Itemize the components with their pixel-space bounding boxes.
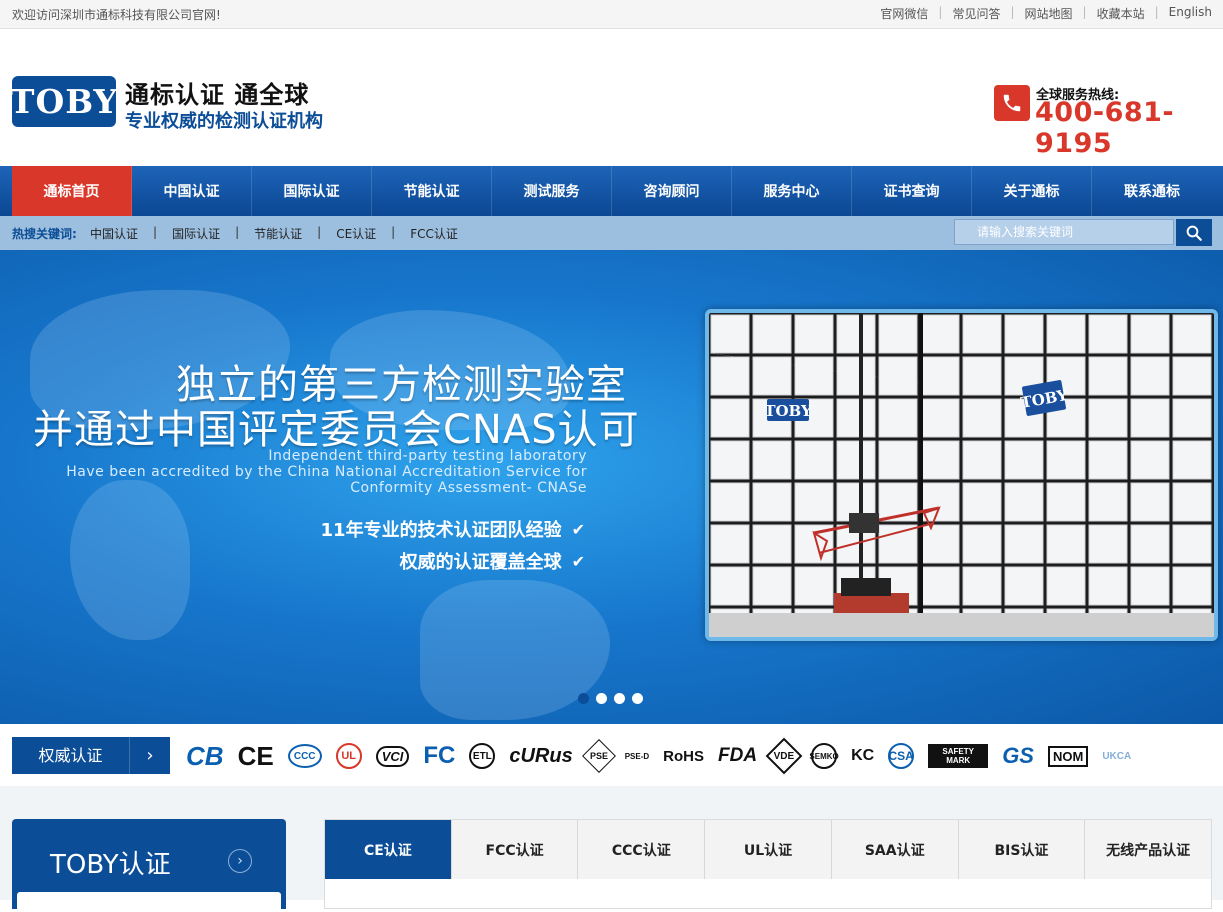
photo-logo-left: TOBY [764,402,812,420]
tab-fcc[interactable]: FCC认证 [452,820,579,879]
ukca-mark-icon[interactable]: UKCA [1102,751,1131,762]
slogan-sub: 专业权威的检测认证机构 [125,111,323,132]
chevron-right-icon: › [146,745,154,766]
cert-tabs: CE认证 FCC认证 CCC认证 UL认证 SAA认证 BIS认证 无线产品认证 [324,819,1212,909]
top-link-bookmark[interactable]: 收藏本站 [1087,5,1155,22]
nav-item-testing[interactable]: 测试服务 [492,166,612,216]
main-nav: 通标首页 中国认证 国际认证 节能认证 测试服务 咨询顾问 服务中心 证书查询 … [0,166,1223,216]
tab-saa[interactable]: SAA认证 [832,820,959,879]
top-link-english[interactable]: English [1159,5,1212,22]
tab-wireless[interactable]: 无线产品认证 [1085,820,1211,879]
safety-mark-icon[interactable]: SAFETY MARK [928,744,989,768]
nav-item-about[interactable]: 关于通标 [972,166,1092,216]
authority-cert-button[interactable]: 权威认证 › [12,737,170,774]
nav-item-service-center[interactable]: 服务中心 [732,166,852,216]
rohs-mark-icon[interactable]: RoHS [663,748,704,765]
pse-d-mark-icon[interactable]: PSE-D [625,752,649,761]
hot-keyword[interactable]: 中国认证 [90,225,138,242]
top-link-faq[interactable]: 常见问答 [942,5,1010,22]
banner-feature: 11年专业的技术认证团队经验 ✔ [321,516,585,542]
semko-mark-icon[interactable]: SEMKO [809,743,839,769]
lab-photo: TOBY TOBY [705,309,1218,641]
hot-search-bar: 热搜关键词: 中国认证 | 国际认证 | 节能认证 | CE认证 | FCC认证 请输入… [0,216,1223,250]
banner-english-line: Independent third-party testing laborato… [268,448,587,464]
nav-item-china-cert[interactable]: 中国认证 [132,166,252,216]
tab-bis[interactable]: BIS认证 [959,820,1086,879]
check-icon: ✔ [571,519,585,539]
pse-mark-label: PSE [589,750,608,761]
search-button[interactable] [1176,219,1212,246]
banner-english-text: Independent third-party testing laborato… [66,448,587,496]
tab-ul[interactable]: UL认证 [705,820,832,879]
nav-item-home[interactable]: 通标首页 [12,166,132,216]
banner-feature: 权威的认证覆盖全球 ✔ [400,548,585,574]
nav-item-consulting[interactable]: 咨询顾问 [612,166,732,216]
pse-mark-icon[interactable]: PSE [581,739,616,773]
top-link-sitemap[interactable]: 网站地图 [1015,5,1083,22]
carousel-dot[interactable] [632,693,643,704]
toby-cert-sidebar: TOBY认证 › [12,819,286,912]
sidebar-list [17,892,281,912]
gs-mark-icon[interactable]: GS [1002,743,1034,769]
banner-feature-text: 权威的认证覆盖全球 [399,552,562,573]
carousel-dot[interactable] [596,693,607,704]
carousel-dot[interactable] [614,693,625,704]
top-bar: 欢迎访问深圳市通标科技有限公司官网! 官网微信 | 常见问答 | 网站地图 | 收藏本… [0,0,1223,29]
carousel-dot[interactable] [578,693,589,704]
vci-mark-icon[interactable]: VCI [375,745,410,767]
hot-keyword[interactable]: 节能认证 [254,225,302,242]
world-map-bg [70,480,190,640]
cb-mark-icon[interactable]: CB [186,741,224,772]
ccc-mark-icon[interactable]: CCC [287,744,322,768]
banner-feature-text: 11年专业的技术认证团队经验 [320,520,562,541]
banner-english-line: Have been accredited by the China Nation… [66,464,587,480]
search-input[interactable]: 请输入搜索关键词 [954,219,1174,245]
nav-item-contact[interactable]: 联系通标 [1092,166,1212,216]
hot-search-label: 热搜关键词: [12,227,77,241]
fda-mark-icon[interactable]: FDA [718,745,757,767]
csa-mark-icon[interactable]: CSA [888,743,915,769]
search-icon [1186,225,1202,241]
cert-marks: CB CE CCC UL VCI FC ETL cURus PSE PSE-D … [186,737,1145,775]
hotline-number: 400-681-9195 [1035,97,1175,159]
check-icon: ✔ [571,551,585,571]
banner-english-line: Conformity Assessment- CNASe [350,480,587,496]
kc-mark-icon[interactable]: KC [851,747,874,765]
hot-keyword[interactable]: FCC认证 [410,225,458,242]
sidebar-title: TOBY认证 [50,850,171,880]
tab-ccc[interactable]: CCC认证 [578,820,706,879]
hero-banner[interactable]: 独立的第三方检测实验室 并通过中国评定委员会CNAS认可 Independent… [0,250,1223,724]
hot-keyword[interactable]: 国际认证 [172,225,220,242]
vde-mark-icon[interactable]: VDE [765,737,803,775]
fcc-mark-icon[interactable]: FC [423,742,455,770]
phone-icon [994,85,1030,121]
nom-mark-icon[interactable]: NOM [1047,745,1089,767]
site-logo[interactable]: TOBY [10,76,117,127]
tab-ce[interactable]: CE认证 [325,820,452,879]
nav-item-cert-query[interactable]: 证书查询 [852,166,972,216]
top-links: 官网微信 | 常见问答 | 网站地图 | 收藏本站 | English [870,5,1212,22]
vde-mark-label: VDE [773,750,795,762]
curus-mark-icon[interactable]: cURus [509,745,572,768]
carousel-dots [578,693,650,704]
site-header: TOBY 通标认证 通全球 专业权威的检测认证机构 全球服务热线: 400-68… [0,29,1223,166]
chevron-right-circle-icon[interactable]: › [228,849,252,873]
tab-row: CE认证 FCC认证 CCC认证 UL认证 SAA认证 BIS认证 无线产品认证 [325,820,1211,879]
content-section: TOBY认证 › CE认证 FCC认证 CCC认证 UL认证 SAA认证 BIS… [0,786,1223,912]
slogan-main: 通标认证 通全球 [125,80,310,109]
banner-headline-2: 并通过中国评定委员会CNAS认可 [33,407,640,453]
etl-mark-icon[interactable]: ETL [469,743,496,769]
cert-marks-strip: 权威认证 › CB CE CCC UL VCI FC ETL cURus PSE… [0,724,1223,786]
top-link-wechat[interactable]: 官网微信 [870,5,938,22]
hot-keywords: 中国认证 | 国际认证 | 节能认证 | CE认证 | FCC认证 [90,225,458,242]
nav-item-energy-cert[interactable]: 节能认证 [372,166,492,216]
ce-mark-icon[interactable]: CE [238,741,274,772]
authority-cert-label: 权威认证 [12,737,130,774]
welcome-text: 欢迎访问深圳市通标科技有限公司官网! [12,8,221,22]
hot-keyword[interactable]: CE认证 [336,225,376,242]
ul-mark-icon[interactable]: UL [335,743,362,769]
nav-item-intl-cert[interactable]: 国际认证 [252,166,372,216]
